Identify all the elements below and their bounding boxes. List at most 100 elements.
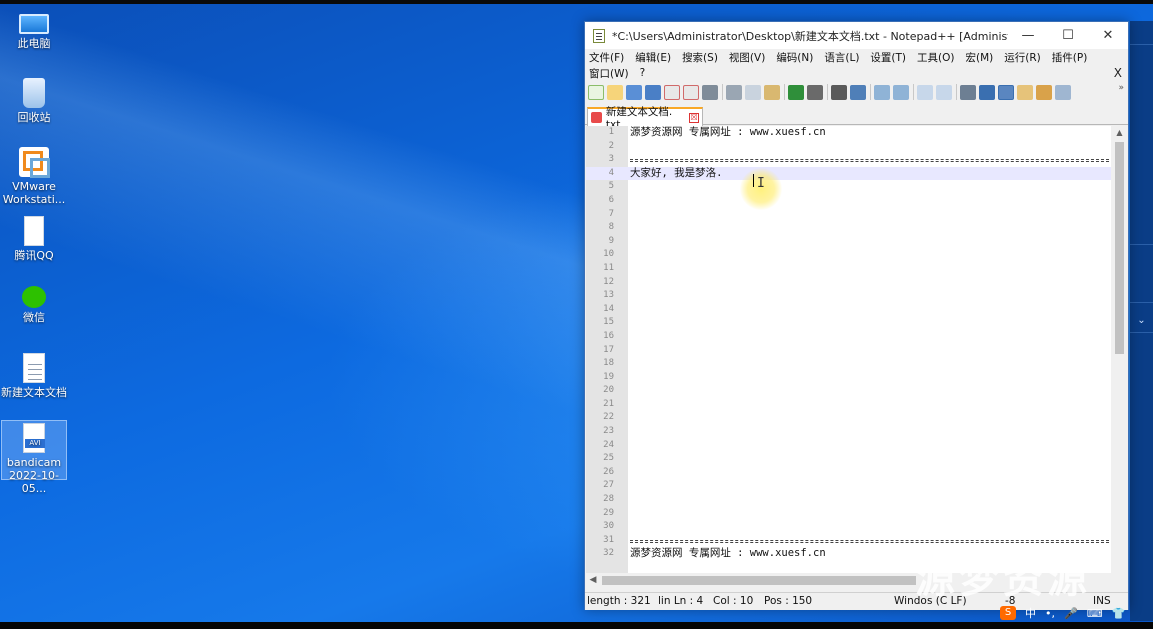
menu-window[interactable]: 窗口(W): [589, 66, 629, 81]
editor-line[interactable]: 17: [586, 344, 1111, 358]
editor-line[interactable]: 19: [586, 371, 1111, 385]
document-map-icon[interactable]: [1017, 84, 1033, 100]
editor-line[interactable]: 1 源梦资源网 专属网址 : www.xuesf.cn: [586, 126, 1111, 140]
new-file-icon[interactable]: [588, 84, 604, 100]
editor-line[interactable]: 14: [586, 303, 1111, 317]
menu-encoding[interactable]: 编码(N): [776, 50, 813, 65]
menu-macro[interactable]: 宏(M): [966, 50, 994, 65]
keyboard-icon[interactable]: ⌨: [1087, 607, 1103, 620]
title-bar[interactable]: *C:\Users\Administrator\Desktop\新建文本文档.t…: [585, 22, 1128, 49]
menu-view[interactable]: 视图(V): [729, 50, 765, 65]
vertical-scroll-thumb[interactable]: [1115, 142, 1124, 354]
copy-icon[interactable]: [745, 84, 761, 100]
editor-line[interactable]: 21: [586, 398, 1111, 412]
editor-line[interactable]: 25: [586, 452, 1111, 466]
menu-plugins[interactable]: 插件(P): [1052, 50, 1088, 65]
editor-line[interactable]: 18: [586, 357, 1111, 371]
folder-workspace-icon[interactable]: [1055, 84, 1071, 100]
replace-icon[interactable]: [850, 84, 866, 100]
editor-line[interactable]: 24: [586, 439, 1111, 453]
print-icon[interactable]: [702, 84, 718, 100]
menu-file[interactable]: 文件(F): [589, 50, 624, 65]
close-button[interactable]: ✕: [1088, 22, 1128, 49]
redo-icon[interactable]: [807, 84, 823, 100]
editor-line[interactable]: 3: [586, 153, 1111, 167]
find-icon[interactable]: [831, 84, 847, 100]
menu-search[interactable]: 搜索(S): [682, 50, 718, 65]
horizontal-scroll-thumb[interactable]: [602, 576, 916, 585]
close-all-icon[interactable]: [683, 84, 699, 100]
menu-close-document-button[interactable]: X: [1114, 66, 1122, 80]
editor-line[interactable]: 28: [586, 493, 1111, 507]
menu-tools[interactable]: 工具(O): [917, 50, 954, 65]
paste-icon[interactable]: [764, 84, 780, 100]
line-number: 6: [608, 194, 614, 205]
editor-line[interactable]: 12: [586, 276, 1111, 290]
indent-guide-icon[interactable]: [998, 84, 1014, 100]
editor-line[interactable]: 8: [586, 221, 1111, 235]
tab-close-icon[interactable]: ☒: [689, 112, 699, 123]
sogou-ime-icon[interactable]: S: [1000, 606, 1016, 620]
desktop-icon-this-pc[interactable]: 此电脑: [1, 10, 67, 50]
zoom-in-icon[interactable]: [874, 84, 890, 100]
editor-line[interactable]: 6: [586, 194, 1111, 208]
line-number: 31: [603, 534, 614, 545]
menu-help[interactable]: ?: [640, 67, 646, 79]
desktop-icon-label: 腾讯QQ: [14, 249, 54, 262]
sync-horizontal-icon[interactable]: [936, 84, 952, 100]
editor-line[interactable]: 20: [586, 384, 1111, 398]
minimize-button[interactable]: —: [1008, 22, 1048, 49]
save-icon[interactable]: [626, 84, 642, 100]
word-wrap-icon[interactable]: [960, 84, 976, 100]
show-all-chars-icon[interactable]: [979, 84, 995, 100]
editor-line[interactable]: 9: [586, 235, 1111, 249]
open-file-icon[interactable]: [607, 84, 623, 100]
editor-line[interactable]: 5: [586, 180, 1111, 194]
ime-language-indicator[interactable]: 中: [1025, 605, 1036, 621]
scroll-left-icon[interactable]: ◀: [586, 573, 600, 588]
editor-line[interactable]: 13: [586, 289, 1111, 303]
text-editor[interactable]: 1 源梦资源网 专属网址 : www.xuesf.cn 2 3 4 大家好, 我是梦洛. 5…: [586, 126, 1111, 573]
editor-line[interactable]: 10: [586, 248, 1111, 262]
undo-icon[interactable]: [788, 84, 804, 100]
editor-line[interactable]: 23: [586, 425, 1111, 439]
shirt-skin-icon[interactable]: 👕: [1112, 607, 1126, 620]
editor-line[interactable]: 27: [586, 479, 1111, 493]
microphone-icon[interactable]: 🎤: [1064, 607, 1078, 620]
editor-line[interactable]: 16: [586, 330, 1111, 344]
menu-settings[interactable]: 设置(T): [870, 50, 906, 65]
ime-punctuation-indicator[interactable]: •,: [1045, 607, 1055, 620]
cut-icon[interactable]: [726, 84, 742, 100]
editor-line[interactable]: 11: [586, 262, 1111, 276]
editor-line[interactable]: 22: [586, 411, 1111, 425]
editor-line[interactable]: 2: [586, 140, 1111, 154]
editor-lines: 1 源梦资源网 专属网址 : www.xuesf.cn 2 3 4 大家好, 我是梦洛. 5…: [586, 126, 1111, 561]
function-list-icon[interactable]: [1036, 84, 1052, 100]
editor-line[interactable]: 30: [586, 520, 1111, 534]
close-file-icon[interactable]: [664, 84, 680, 100]
scroll-up-icon[interactable]: ▲: [1111, 126, 1128, 140]
sync-vertical-icon[interactable]: [917, 84, 933, 100]
editor-line[interactable]: 7: [586, 208, 1111, 222]
editor-line[interactable]: 26: [586, 466, 1111, 480]
desktop-icon-new-text-doc[interactable]: 新建文本文档: [1, 353, 67, 399]
desktop-icon-qq[interactable]: 腾讯QQ: [1, 216, 67, 262]
desktop-icon-vmware[interactable]: VMware Workstati...: [1, 147, 67, 206]
vertical-scrollbar[interactable]: ▲: [1111, 126, 1128, 573]
menu-edit[interactable]: 编辑(E): [635, 50, 671, 65]
unsaved-file-icon: [591, 112, 602, 123]
menu-language[interactable]: 语言(L): [824, 50, 859, 65]
save-all-icon[interactable]: [645, 84, 661, 100]
zoom-out-icon[interactable]: [893, 84, 909, 100]
edge-chevron-icon[interactable]: ⌄: [1130, 309, 1153, 333]
toolbar-overflow-icon[interactable]: »: [1118, 83, 1124, 93]
desktop-icon-bandicam[interactable]: AVI bandicam 2022-10-05...: [1, 420, 67, 495]
editor-line[interactable]: 15: [586, 316, 1111, 330]
maximize-button[interactable]: ☐: [1048, 22, 1088, 49]
desktop-icon-wechat[interactable]: 微信: [1, 286, 67, 324]
menu-run[interactable]: 运行(R): [1004, 50, 1041, 65]
tab-new-text-doc[interactable]: 新建文本文档. txt ☒: [587, 106, 703, 131]
desktop-icon-recycle-bin[interactable]: 回收站: [1, 78, 67, 124]
editor-line[interactable]: 29: [586, 507, 1111, 521]
editor-line-current[interactable]: 4 大家好, 我是梦洛.: [586, 166, 1111, 181]
